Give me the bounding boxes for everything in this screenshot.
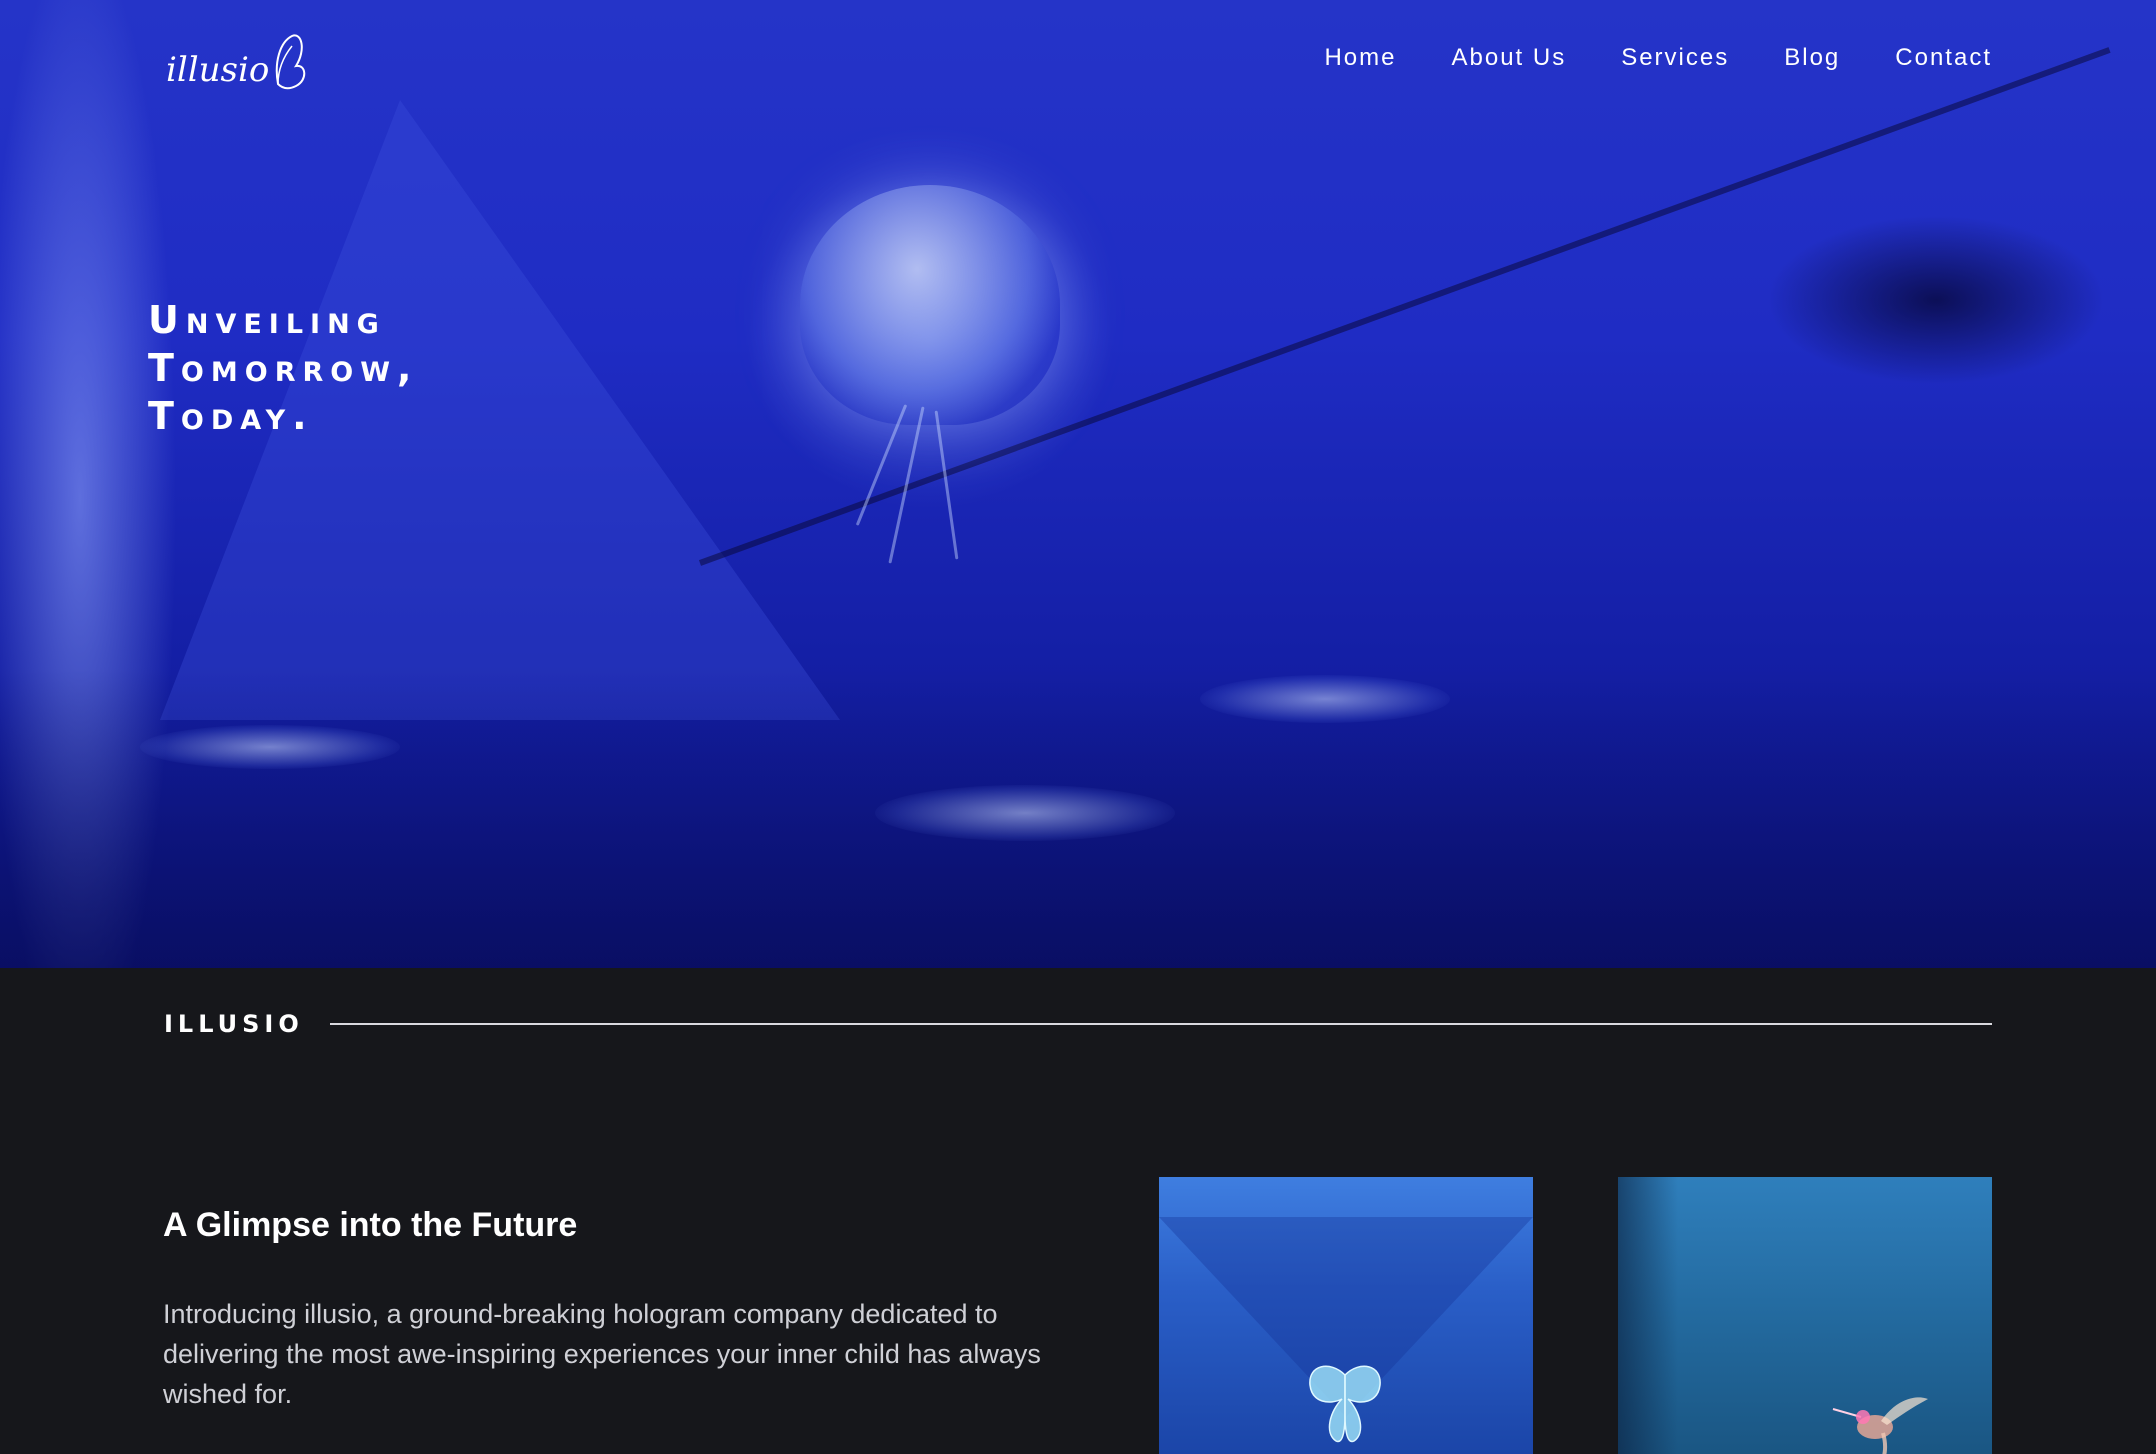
nav-about-us[interactable]: About Us: [1451, 44, 1566, 72]
butterfly-hologram-icon: [1309, 1365, 1381, 1443]
main-nav: Home About Us Services Blog Contact: [1324, 44, 1992, 72]
nav-home[interactable]: Home: [1324, 44, 1396, 72]
section-divider: [329, 1023, 1992, 1025]
brand-logo[interactable]: illusio: [166, 32, 316, 96]
logo-text: illusio: [166, 50, 270, 90]
tagline-line-3: Today.: [148, 394, 314, 438]
background-shadow: [1456, 180, 2156, 500]
nav-contact[interactable]: Contact: [1895, 44, 1992, 72]
floating-disc: [1200, 675, 1450, 723]
hummingbird-image-card[interactable]: [1618, 1177, 1992, 1454]
nav-services[interactable]: Services: [1621, 44, 1729, 72]
prism-edge-shape: [1618, 1177, 1678, 1454]
section-title: illusio: [164, 1010, 304, 1038]
hummingbird-hologram-icon: [1832, 1397, 1928, 1454]
intro-paragraph: Introducing illusio, a ground-breaking h…: [163, 1299, 1041, 1409]
section-header: illusio: [164, 1004, 1992, 1044]
jellyfish-hologram: [800, 185, 1060, 425]
intro-heading: A Glimpse into the Future: [163, 1206, 578, 1244]
tagline-line-2: Tomorrow,: [148, 346, 419, 390]
nav-blog[interactable]: Blog: [1784, 44, 1840, 72]
tagline-line-1: Unveiling: [148, 298, 386, 342]
butterfly-image-card[interactable]: [1159, 1177, 1533, 1454]
jellyfish-tentacle: [934, 410, 959, 560]
hero-tagline: Unveiling Tomorrow, Today.: [148, 296, 668, 440]
floating-disc: [140, 725, 400, 769]
butterfly-icon: [275, 34, 306, 90]
floating-disc: [875, 785, 1175, 841]
hero-section: illusio Home About Us Services Blog Cont…: [0, 0, 2156, 968]
